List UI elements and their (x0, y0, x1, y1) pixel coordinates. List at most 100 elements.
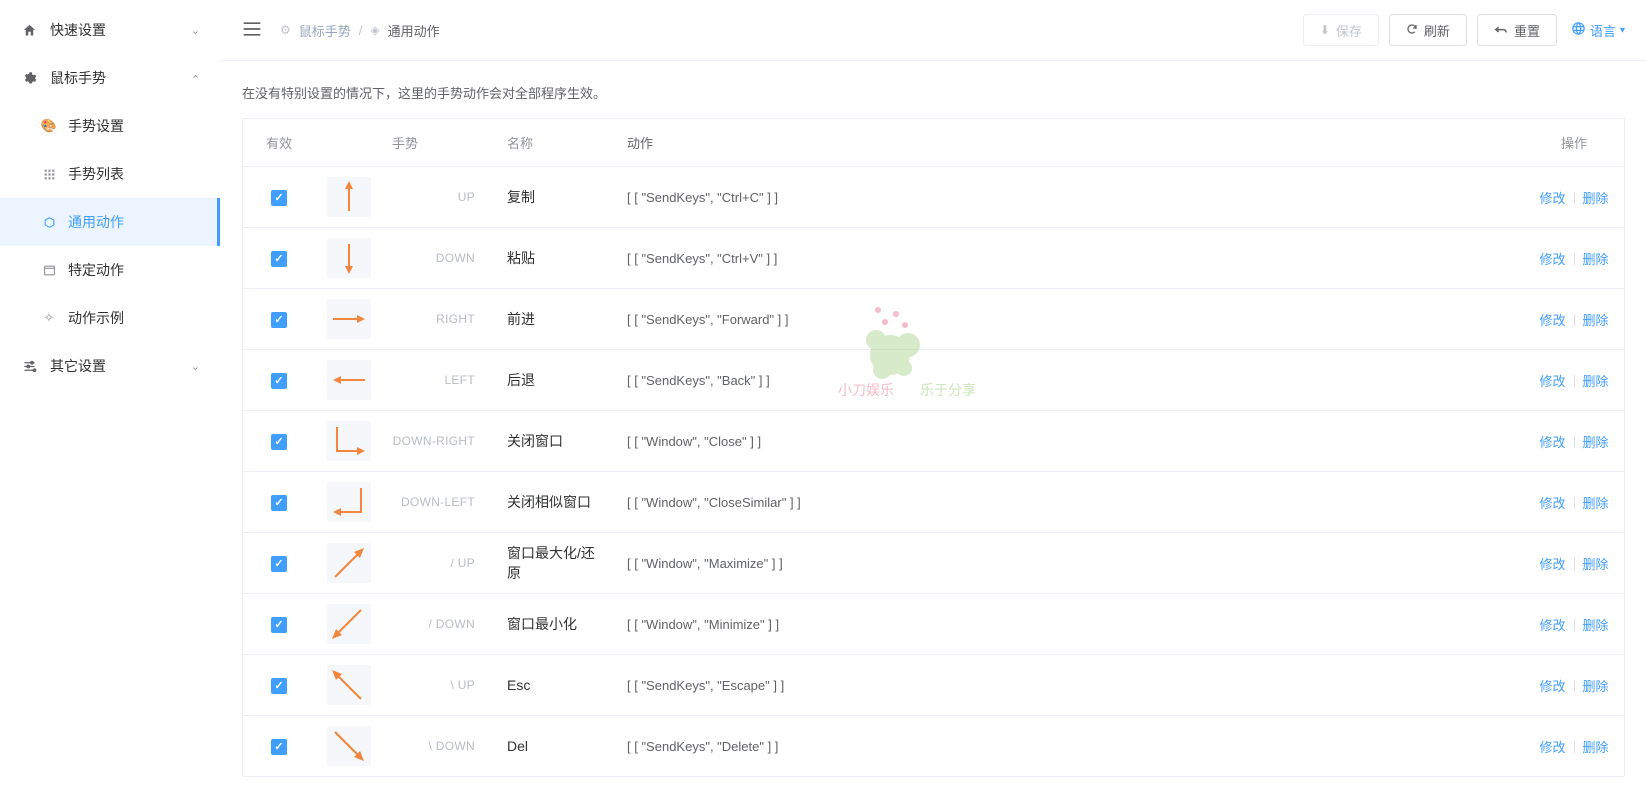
sidebar-item-general-actions[interactable]: 通用动作 (0, 198, 220, 246)
chevron-down-icon: ⌄ (191, 24, 200, 37)
edit-link[interactable]: 修改 (1539, 557, 1565, 572)
delete-link[interactable]: 删除 (1566, 496, 1609, 511)
gesture-direction-label: LEFT (381, 373, 483, 387)
gesture-name: 前进 (495, 299, 615, 339)
table-row: ✓ RIGHT 前进[ [ "SendKeys", "Forward" ] ] 修改删… (243, 289, 1624, 350)
delete-link[interactable]: 删除 (1566, 435, 1609, 450)
breadcrumb-current: 通用动作 (388, 21, 440, 40)
delete-link[interactable]: 删除 (1566, 679, 1609, 694)
page-description: 在没有特别设置的情况下，这里的手势动作会对全部程序生效。 (220, 61, 1647, 118)
chevron-up-icon: ⌄ (191, 72, 200, 85)
gesture-thumb (327, 665, 371, 705)
sidebar-item-label: 通用动作 (68, 212, 124, 232)
gesture-action: [ [ "SendKeys", "Forward" ] ] (615, 302, 1524, 337)
sidebar-item-action-examples[interactable]: ✧ 动作示例 (0, 294, 220, 342)
gesture-thumb (327, 482, 371, 522)
table-row: ✓DOWN-LEFT关闭相似窗口[ [ "Window", "CloseSimi… (243, 472, 1624, 533)
edit-link[interactable]: 修改 (1539, 435, 1565, 450)
refresh-button[interactable]: 刷新 (1389, 14, 1467, 46)
edit-link[interactable]: 修改 (1539, 374, 1565, 389)
delete-link[interactable]: 删除 (1566, 557, 1609, 572)
chevron-down-icon: ⌄ (191, 360, 200, 373)
gesture-action: [ [ "Window", "Maximize" ] ] (615, 546, 1524, 581)
enabled-checkbox[interactable]: ✓ (271, 617, 287, 633)
sidebar-item-other-settings[interactable]: 其它设置 ⌄ (0, 342, 220, 390)
sidebar-item-gesture-settings[interactable]: 🎨 手势设置 (0, 102, 220, 150)
edit-link[interactable]: 修改 (1539, 496, 1565, 511)
edit-link[interactable]: 修改 (1539, 618, 1565, 633)
delete-link[interactable]: 删除 (1566, 252, 1609, 267)
window-icon (40, 264, 58, 277)
edit-link[interactable]: 修改 (1539, 313, 1565, 328)
gesture-name: 关闭窗口 (495, 421, 615, 461)
hamburger-icon[interactable] (242, 21, 262, 40)
breadcrumb: ⚙ 鼠标手势 / ◈ 通用动作 (280, 21, 440, 40)
language-switcher[interactable]: 语言 ▾ (1571, 21, 1625, 40)
topbar: ⚙ 鼠标手势 / ◈ 通用动作 ⬇ 保存 刷新 重置 (220, 0, 1647, 61)
enabled-checkbox[interactable]: ✓ (271, 190, 287, 206)
sidebar-item-label: 其它设置 (50, 356, 191, 376)
enabled-checkbox[interactable]: ✓ (271, 556, 287, 572)
col-ops: 操作 (1524, 123, 1624, 162)
gesture-direction-label: RIGHT (381, 312, 483, 326)
delete-link[interactable]: 删除 (1566, 313, 1609, 328)
gesture-action: [ [ "Window", "CloseSimilar" ] ] (615, 485, 1524, 520)
reset-button[interactable]: 重置 (1477, 14, 1557, 46)
sliders-icon (20, 359, 38, 374)
gesture-thumb (327, 360, 371, 400)
gesture-action: [ [ "SendKeys", "Delete" ] ] (615, 729, 1524, 764)
sidebar-item-label: 手势列表 (68, 164, 124, 184)
gear-icon (20, 71, 38, 86)
save-button: ⬇ 保存 (1303, 14, 1379, 46)
gesture-action: [ [ "SendKeys", "Ctrl+V" ] ] (615, 241, 1524, 276)
table-row: ✓ UP 复制[ [ "SendKeys", "Ctrl+C" ] ] 修改删除 (243, 167, 1624, 228)
gesture-name: 复制 (495, 177, 615, 217)
gesture-name: 粘贴 (495, 238, 615, 278)
sidebar: 快速设置 ⌄ 鼠标手势 ⌄ 🎨 手势设置 手势列表 (0, 0, 220, 799)
table-row: ✓/ DOWN窗口最小化[ [ "Window", "Minimize" ] ]… (243, 594, 1624, 655)
gear-icon: ⚙ (280, 23, 291, 37)
edit-link[interactable]: 修改 (1539, 740, 1565, 755)
delete-link[interactable]: 删除 (1566, 374, 1609, 389)
edit-link[interactable]: 修改 (1539, 252, 1565, 267)
palette-icon: 🎨 (40, 118, 58, 134)
gestures-table: 有效 手势 名称 动作 操作 ✓UP复制[ [ "SendKeys", "Ctr… (242, 118, 1625, 777)
refresh-icon (1406, 23, 1418, 38)
gesture-direction-label: UP (381, 190, 483, 204)
gesture-thumb (327, 543, 371, 583)
gesture-thumb (327, 177, 371, 217)
sidebar-item-label: 动作示例 (68, 308, 124, 328)
home-icon (20, 23, 38, 38)
enabled-checkbox[interactable]: ✓ (271, 678, 287, 694)
gesture-direction-label: DOWN-RIGHT (381, 434, 483, 448)
sidebar-item-quick-settings[interactable]: 快速设置 ⌄ (0, 6, 220, 54)
sidebar-item-gesture-list[interactable]: 手势列表 (0, 150, 220, 198)
enabled-checkbox[interactable]: ✓ (271, 434, 287, 450)
enabled-checkbox[interactable]: ✓ (271, 312, 287, 328)
edit-link[interactable]: 修改 (1539, 191, 1565, 206)
table-row: ✓ DOWN 粘贴[ [ "SendKeys", "Ctrl+V" ] ] 修改删除 (243, 228, 1624, 289)
enabled-checkbox[interactable]: ✓ (271, 739, 287, 755)
gesture-action: [ [ "SendKeys", "Back" ] ] (615, 363, 1524, 398)
delete-link[interactable]: 删除 (1566, 618, 1609, 633)
globe-icon (1571, 21, 1586, 39)
enabled-checkbox[interactable]: ✓ (271, 251, 287, 267)
cube-icon: ◈ (370, 23, 379, 37)
delete-link[interactable]: 删除 (1566, 740, 1609, 755)
sidebar-item-mouse-gesture[interactable]: 鼠标手势 ⌄ (0, 54, 220, 102)
grid-icon (40, 168, 58, 181)
gesture-thumb (327, 726, 371, 766)
enabled-checkbox[interactable]: ✓ (271, 373, 287, 389)
gesture-name: Esc (495, 667, 615, 703)
sidebar-item-label: 特定动作 (68, 260, 124, 280)
sidebar-item-label: 鼠标手势 (50, 68, 191, 88)
gesture-action: [ [ "SendKeys", "Ctrl+C" ] ] (615, 180, 1524, 215)
enabled-checkbox[interactable]: ✓ (271, 495, 287, 511)
breadcrumb-parent[interactable]: 鼠标手势 (299, 21, 351, 40)
gesture-direction-label: \ UP (381, 678, 483, 692)
gesture-direction-label: DOWN (381, 251, 483, 265)
delete-link[interactable]: 删除 (1566, 191, 1609, 206)
edit-link[interactable]: 修改 (1539, 679, 1565, 694)
sidebar-item-specific-actions[interactable]: 特定动作 (0, 246, 220, 294)
gesture-direction-label: / UP (381, 556, 483, 570)
